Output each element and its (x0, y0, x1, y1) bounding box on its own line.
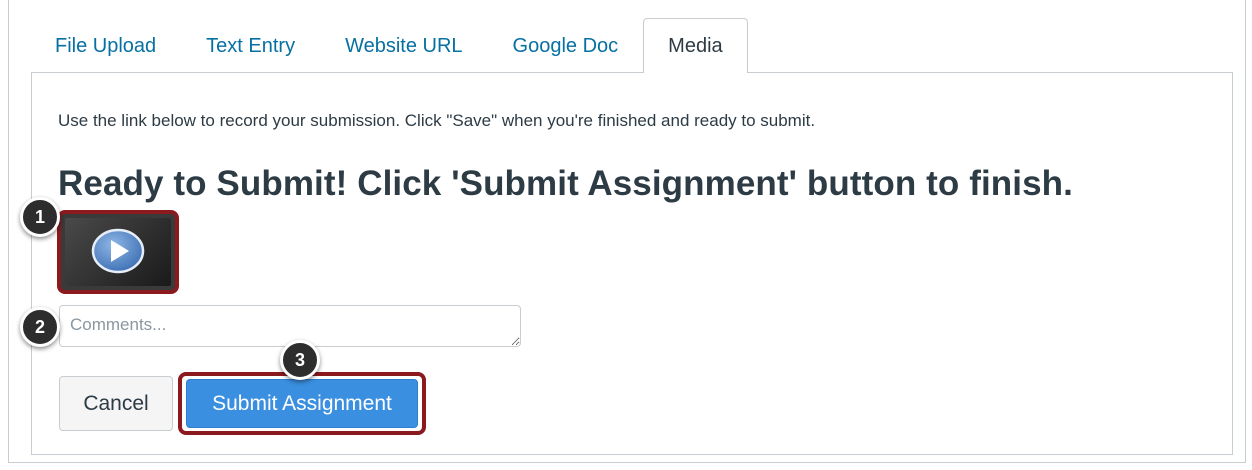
tab-google-doc[interactable]: Google Doc (488, 19, 644, 73)
submit-assignment-button[interactable]: Submit Assignment (186, 379, 418, 428)
play-icon (91, 228, 145, 274)
tab-text-entry[interactable]: Text Entry (181, 19, 320, 73)
instruction-text: Use the link below to record your submis… (58, 111, 816, 130)
tab-file-upload[interactable]: File Upload (30, 19, 181, 73)
callout-badge-1: 1 (20, 197, 60, 237)
callout-badge-3: 3 (280, 340, 320, 380)
comments-field[interactable] (59, 305, 521, 347)
submission-type-tabs: File Upload Text Entry Website URL Googl… (30, 18, 748, 73)
ready-heading: Ready to Submit! Click 'Submit Assignmen… (58, 164, 1073, 203)
submit-button-highlight: Submit Assignment (178, 372, 426, 435)
callout-badge-2: 2 (20, 307, 60, 347)
cancel-button[interactable]: Cancel (59, 376, 173, 431)
tab-website-url[interactable]: Website URL (320, 19, 487, 73)
tab-media[interactable]: Media (643, 18, 748, 73)
media-recording-thumbnail[interactable] (57, 210, 179, 294)
